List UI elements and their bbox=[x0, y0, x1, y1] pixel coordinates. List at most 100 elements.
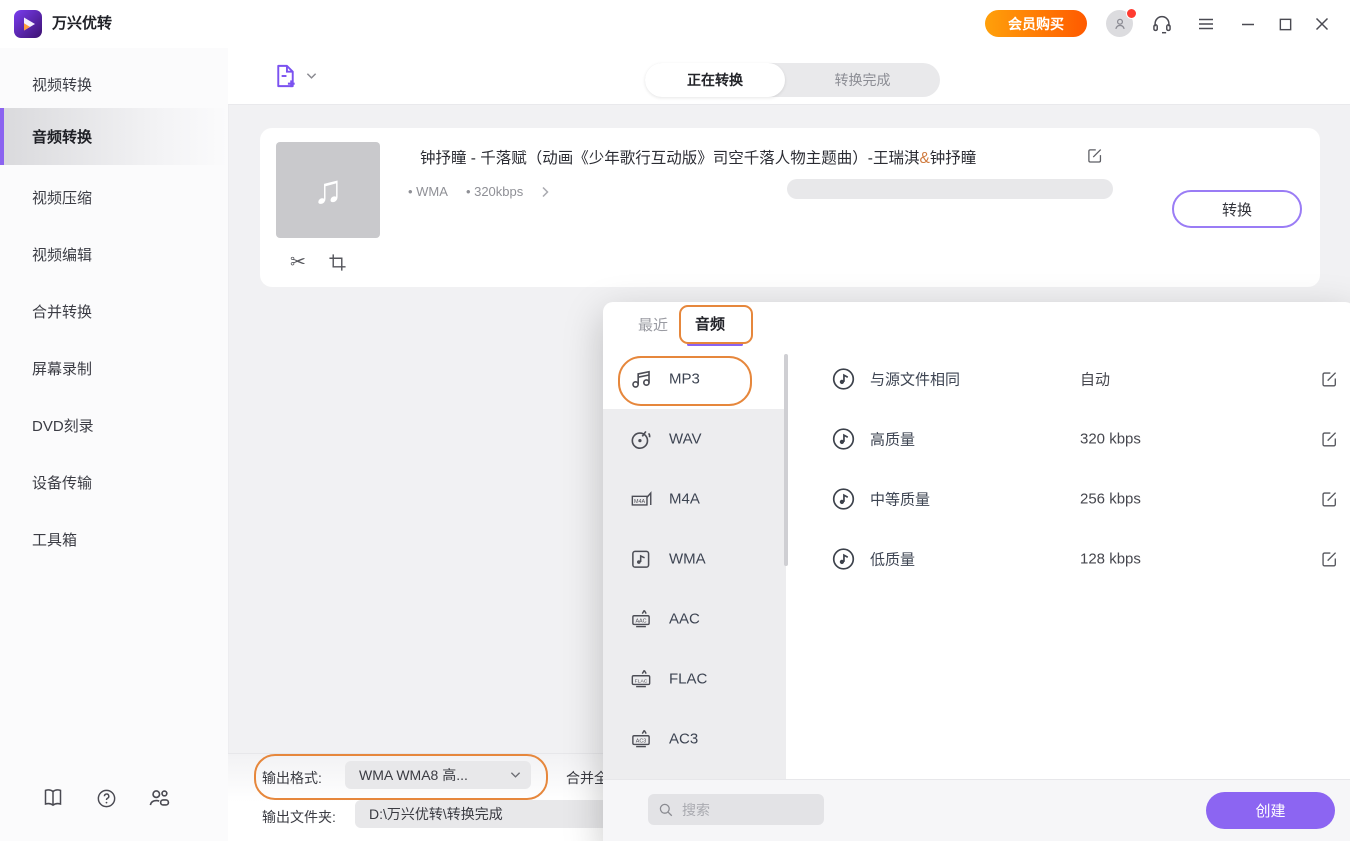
sidebar-item-video-compress[interactable]: 视频压缩 bbox=[0, 169, 228, 226]
disc-icon bbox=[628, 426, 654, 452]
preset-edit-button[interactable] bbox=[1320, 430, 1338, 448]
add-file-button[interactable] bbox=[272, 62, 317, 90]
source-format: • WMA bbox=[408, 184, 448, 199]
svg-text:FLAC: FLAC bbox=[635, 679, 648, 685]
app-title: 万兴优转 bbox=[52, 0, 112, 48]
preset-row-medium-quality[interactable]: 中等质量 256 kbps bbox=[786, 469, 1350, 529]
preset-row-same-as-source[interactable]: 与源文件相同 自动 bbox=[786, 349, 1350, 409]
svg-text:AC3: AC3 bbox=[636, 739, 647, 745]
format-item-wma[interactable]: WMA bbox=[603, 529, 786, 589]
clip-tools: ✂ bbox=[276, 244, 426, 280]
format-search bbox=[648, 794, 824, 825]
music-notes-icon bbox=[628, 366, 654, 392]
content-toolbar: 正在转换 转换完成 bbox=[228, 48, 1350, 105]
format-list: MP3 WAV M4A bbox=[603, 349, 786, 779]
hamburger-icon bbox=[1197, 15, 1215, 33]
audio-preset-icon bbox=[830, 366, 857, 393]
convert-status-tabs: 正在转换 转换完成 bbox=[645, 63, 940, 97]
sidebar-item-screen-record[interactable]: 屏幕录制 bbox=[0, 340, 228, 397]
sidebar-bottom-icons bbox=[40, 785, 200, 811]
trim-scissors-icon[interactable]: ✂ bbox=[290, 251, 306, 274]
preset-edit-button[interactable] bbox=[1320, 550, 1338, 568]
minimize-icon bbox=[1240, 16, 1256, 32]
book-icon bbox=[41, 786, 65, 810]
vip-purchase-button[interactable]: 会员购买 bbox=[985, 10, 1087, 37]
audio-preset-icon bbox=[830, 426, 857, 453]
user-icon bbox=[1111, 15, 1129, 33]
chevron-down-icon bbox=[306, 72, 317, 80]
task-title: 钟抒瞳 - 千落赋（动画《少年歌行互动版》司空千落人物主题曲）-王瑞淇&钟抒瞳 bbox=[420, 146, 1120, 168]
output-format-dialog: 最近 音频 MP3 bbox=[603, 302, 1350, 841]
music-note-icon: ♫ bbox=[313, 168, 343, 213]
source-bitrate: • 320kbps bbox=[466, 184, 523, 199]
preset-edit-button[interactable] bbox=[1320, 490, 1338, 508]
user-guide-button[interactable] bbox=[40, 785, 66, 811]
task-card: ♫ ✂ 钟抒瞳 - 千落赋（动画《少年歌行互动版》司空千落人物主题曲）-王瑞淇&… bbox=[260, 128, 1320, 287]
close-button[interactable] bbox=[1310, 12, 1334, 36]
tab-finished[interactable]: 转换完成 bbox=[785, 63, 940, 97]
task-meta: • WMA • 320kbps bbox=[408, 184, 550, 199]
close-icon bbox=[1314, 16, 1330, 32]
maximize-icon bbox=[1278, 17, 1293, 32]
app-window: 万兴优转 会员购买 bbox=[0, 0, 1350, 841]
dialog-tab-recent[interactable]: 最近 bbox=[638, 314, 668, 335]
app-logo-icon bbox=[14, 10, 42, 38]
task-list-area: ♫ ✂ 钟抒瞳 - 千落赋（动画《少年歌行互动版》司空千落人物主题曲）-王瑞淇&… bbox=[228, 104, 1350, 753]
output-folder-label: 输出文件夹: bbox=[262, 807, 336, 827]
square-note-icon bbox=[628, 546, 654, 572]
chevron-down-icon bbox=[510, 771, 521, 779]
svg-text:M4A: M4A bbox=[634, 499, 646, 505]
svg-text:AAC: AAC bbox=[635, 619, 646, 625]
output-format-label: 输出格式: bbox=[262, 768, 322, 788]
search-icon bbox=[658, 802, 674, 818]
tab-converting[interactable]: 正在转换 bbox=[645, 63, 785, 97]
format-item-m4a[interactable]: M4A M4A bbox=[603, 469, 786, 529]
preset-edit-button[interactable] bbox=[1320, 370, 1338, 388]
output-format-dropdown[interactable]: WMA WMA8 高... bbox=[345, 761, 531, 789]
preset-row-low-quality[interactable]: 低质量 128 kbps bbox=[786, 529, 1350, 589]
audio-preset-icon bbox=[830, 486, 857, 513]
title-bar: 万兴优转 会员购买 bbox=[0, 0, 1350, 48]
dialog-footer: 创建 bbox=[603, 779, 1350, 841]
rename-edit-button[interactable] bbox=[1086, 147, 1103, 169]
preset-row-high-quality[interactable]: 高质量 320 kbps bbox=[786, 409, 1350, 469]
active-tab-underline bbox=[687, 343, 743, 346]
support-headset-button[interactable] bbox=[1150, 12, 1174, 36]
sidebar-item-device-transfer[interactable]: 设备传输 bbox=[0, 454, 228, 511]
format-item-aac[interactable]: AAC AAC bbox=[603, 589, 786, 649]
notification-dot bbox=[1126, 8, 1137, 19]
sidebar: 视频转换 音频转换 视频压缩 视频编辑 合并转换 屏幕录制 DVD刻录 设备传输… bbox=[0, 48, 229, 841]
maximize-button[interactable] bbox=[1273, 12, 1297, 36]
question-circle-icon bbox=[95, 787, 118, 810]
search-input[interactable] bbox=[680, 801, 804, 819]
community-button[interactable] bbox=[146, 785, 172, 811]
flac-badge-icon: FLAC bbox=[628, 666, 654, 692]
progress-bar bbox=[787, 179, 1113, 199]
title-ampersand: & bbox=[919, 150, 929, 167]
menu-button[interactable] bbox=[1194, 12, 1218, 36]
ac3-badge-icon: AC3 bbox=[628, 726, 654, 752]
crop-icon[interactable] bbox=[328, 253, 347, 272]
sidebar-item-merge-convert[interactable]: 合并转换 bbox=[0, 283, 228, 340]
dialog-tab-audio[interactable]: 音频 bbox=[695, 313, 725, 334]
aac-badge-icon: AAC bbox=[628, 606, 654, 632]
format-item-ac3[interactable]: AC3 AC3 bbox=[603, 709, 786, 769]
convert-button[interactable]: 转换 bbox=[1172, 190, 1302, 228]
sidebar-item-video-convert[interactable]: 视频转换 bbox=[0, 56, 228, 113]
m4a-badge-icon: M4A bbox=[628, 486, 654, 512]
sidebar-item-video-edit[interactable]: 视频编辑 bbox=[0, 226, 228, 283]
chevron-right-icon bbox=[541, 186, 550, 198]
minimize-button[interactable] bbox=[1236, 12, 1260, 36]
help-button[interactable] bbox=[93, 785, 119, 811]
audio-thumbnail: ♫ bbox=[276, 142, 380, 238]
sidebar-item-toolbox[interactable]: 工具箱 bbox=[0, 511, 228, 568]
add-file-icon bbox=[272, 62, 299, 90]
format-item-wav[interactable]: WAV bbox=[603, 409, 786, 469]
sidebar-item-audio-convert[interactable]: 音频转换 bbox=[0, 108, 228, 165]
format-item-flac[interactable]: FLAC FLAC bbox=[603, 649, 786, 709]
create-button[interactable]: 创建 bbox=[1206, 792, 1335, 829]
format-item-mp3[interactable]: MP3 bbox=[603, 349, 786, 409]
sidebar-item-dvd-burn[interactable]: DVD刻录 bbox=[0, 397, 228, 454]
people-icon bbox=[146, 785, 172, 811]
headset-icon bbox=[1151, 13, 1173, 35]
